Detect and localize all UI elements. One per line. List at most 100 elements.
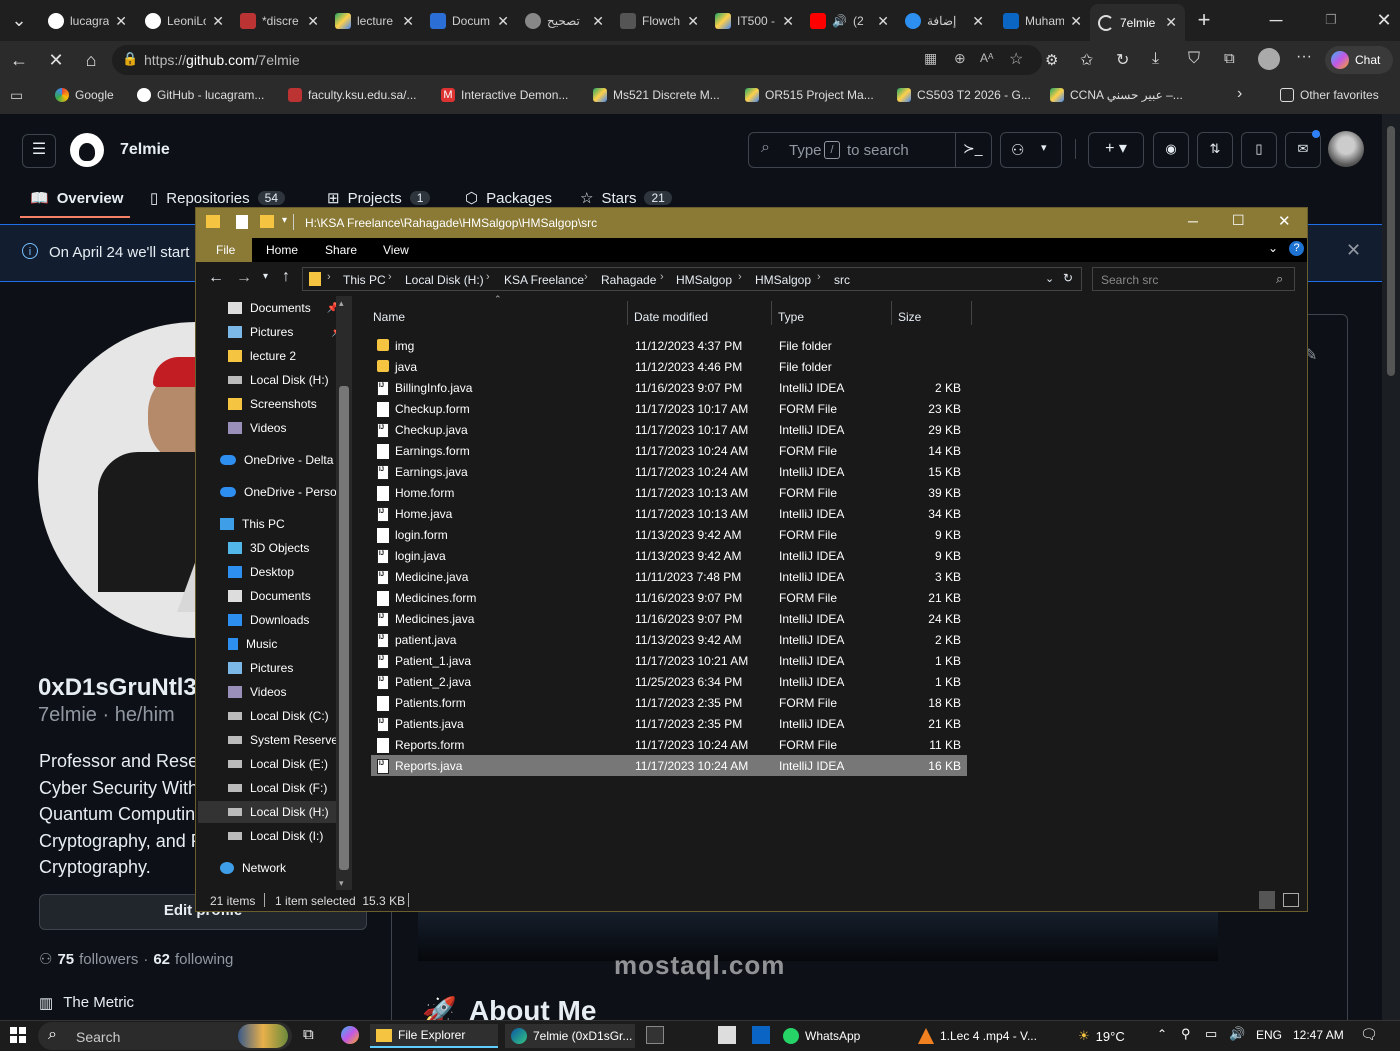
back-icon[interactable]: ← <box>208 269 224 287</box>
file-row[interactable]: Checkup.java 11/17/2023 10:17 AM IntelliJ … <box>371 419 967 440</box>
nav-item[interactable]: System Reserved <box>228 729 345 751</box>
browser-tab[interactable]: lucagra ✕ <box>40 6 135 36</box>
close-icon[interactable]: ✕ <box>212 13 224 30</box>
notepad-icon[interactable] <box>718 1026 736 1044</box>
favorite-star-icon[interactable]: ☆ <box>1009 49 1023 69</box>
scrollbar-thumb[interactable] <box>1387 126 1395 376</box>
ribbon-tab-view[interactable]: View <box>383 243 409 257</box>
browser-tab[interactable]: إضافة ✕ <box>897 6 992 36</box>
file-row[interactable]: Medicines.java 11/16/2023 9:07 PM IntelliJ… <box>371 608 967 629</box>
file-row[interactable]: Patient_1.java 11/17/2023 10:21 AM Intelli… <box>371 650 967 671</box>
file-row[interactable]: Home.form 11/17/2023 10:13 AM FORM File 39 … <box>371 482 967 503</box>
details-view-icon[interactable] <box>1259 891 1275 909</box>
file-row-selected[interactable]: Reports.java 11/17/2023 10:24 AM IntelliJ … <box>371 755 967 776</box>
nav-item[interactable]: Local Disk (F:) <box>228 777 327 799</box>
file-row[interactable]: Medicine.java 11/11/2023 7:48 PM IntelliJ … <box>371 566 967 587</box>
favorite-item[interactable]: CCNA عبير حسني –... <box>1050 88 1183 102</box>
breadcrumb-item[interactable]: This PC <box>343 273 386 287</box>
volume-icon[interactable]: 🔊 <box>1229 1026 1245 1042</box>
copilot-icon[interactable] <box>341 1026 359 1044</box>
nav-item[interactable]: Videos <box>228 417 286 439</box>
nav-item[interactable]: This PC <box>220 513 285 535</box>
file-row[interactable]: BillingInfo.java 11/16/2023 9:07 PM Intell… <box>371 377 967 398</box>
ribbon-tab-share[interactable]: Share <box>325 243 357 257</box>
taskbar-vlc[interactable]: 1.Lec 4 .mp4 - V... <box>918 1024 1037 1048</box>
nav-item[interactable]: Desktop <box>228 561 294 583</box>
notifications-icon[interactable]: 🗨 <box>1360 1026 1378 1043</box>
shield-icon[interactable]: ⛉ <box>1188 50 1200 68</box>
nav-item[interactable]: Videos <box>228 681 286 703</box>
breadcrumb-item[interactable]: HMSalgop <box>755 273 811 287</box>
file-row[interactable]: Medicines.form 11/16/2023 9:07 PM FORM Fil… <box>371 587 967 608</box>
nav-item[interactable]: Local Disk (C:) <box>228 705 329 727</box>
more-menu-icon[interactable]: ··· <box>1296 48 1312 66</box>
app-available-icon[interactable]: ▦ <box>924 50 937 67</box>
extensions-icon[interactable]: ⚙ <box>1045 51 1058 69</box>
close-window-icon[interactable]: ✕ <box>1278 212 1291 230</box>
favorite-item[interactable]: OR515 Project Ma... <box>745 88 874 102</box>
file-row[interactable]: Home.java 11/17/2023 10:13 AM IntelliJ IDE… <box>371 503 967 524</box>
browser-tab[interactable]: تصحيح ✕ <box>517 6 612 36</box>
favorite-item[interactable]: GitHub - lucagram... <box>137 88 264 102</box>
breadcrumb[interactable]: › This PC › Local Disk (H:) › KSA Freela… <box>302 267 1082 291</box>
nav-item[interactable]: Documents 📌 <box>228 297 339 319</box>
tab-actions-icon[interactable]: ⌄ <box>8 9 30 31</box>
stop-icon[interactable]: ✕ <box>45 49 67 71</box>
close-icon[interactable]: ✕ <box>115 13 127 30</box>
file-row[interactable]: img 11/12/2023 4:37 PM File folder <box>371 335 967 356</box>
restore-icon[interactable]: ❐ <box>1320 9 1342 31</box>
github-logo-icon[interactable] <box>70 133 104 167</box>
speaker-icon[interactable]: 🔊 <box>832 14 847 28</box>
properties-icon[interactable] <box>236 215 248 229</box>
read-aloud-icon[interactable]: Aᴬ <box>980 51 993 65</box>
nav-item[interactable]: OneDrive - Person <box>220 481 343 503</box>
nav-item[interactable]: Network <box>220 857 286 879</box>
refresh-icon[interactable]: ↻ <box>1063 271 1073 285</box>
close-banner-icon[interactable]: ✕ <box>1346 240 1361 261</box>
close-icon[interactable]: ✕ <box>782 13 794 30</box>
chevron-right-icon[interactable]: › <box>1237 85 1242 103</box>
back-icon[interactable]: ← <box>8 49 30 71</box>
clock[interactable]: 12:47 AM <box>1293 1028 1344 1042</box>
help-icon[interactable]: ? <box>1289 241 1304 256</box>
app-icon[interactable] <box>646 1026 664 1044</box>
nav-item[interactable]: 3D Objects <box>228 537 309 559</box>
minimize-icon[interactable]: ─ <box>1188 213 1198 229</box>
tab-repositories[interactable]: ▯ Repositories 54 <box>150 189 285 207</box>
nav-item[interactable]: Local Disk (E:) <box>228 753 328 775</box>
profile-avatar-icon[interactable] <box>1258 48 1280 70</box>
file-row[interactable]: java 11/12/2023 4:46 PM File folder <box>371 356 967 377</box>
browser-tab[interactable]: *discre ✕ <box>232 6 327 36</box>
taskbar-whatsapp[interactable]: WhatsApp <box>783 1024 860 1048</box>
favorite-item[interactable]: CS503 T2 2026 - G... <box>897 88 1031 102</box>
close-icon[interactable]: ✕ <box>497 13 509 30</box>
close-icon[interactable]: ✕ <box>877 13 889 30</box>
nav-item[interactable]: Documents <box>228 585 311 607</box>
column-header-type[interactable]: Type <box>778 310 804 324</box>
create-new-button[interactable]: + ▾ <box>1088 132 1144 168</box>
file-row[interactable]: login.java 11/13/2023 9:42 AM IntelliJ IDE… <box>371 545 967 566</box>
downloads-icon[interactable]: ⤓ <box>1152 50 1159 68</box>
url-text[interactable]: https://github.com/7elmie <box>144 52 300 68</box>
nav-item[interactable]: Downloads <box>228 609 309 631</box>
issues-icon[interactable]: ◉ <box>1153 132 1189 168</box>
nav-item[interactable]: Music <box>228 633 277 655</box>
new-folder-icon[interactable] <box>260 215 274 228</box>
taskbar-edge[interactable]: 7elmie (0xD1sGr... <box>505 1024 635 1048</box>
nav-scrollbar-thumb[interactable] <box>339 386 349 870</box>
column-header-name[interactable]: Name <box>373 310 405 324</box>
favorite-item[interactable]: Google <box>55 88 114 102</box>
expand-ribbon-icon[interactable]: ⌄ <box>1268 241 1278 255</box>
chevron-down-icon[interactable]: ⌄ <box>1045 272 1054 285</box>
nav-item[interactable]: Pictures📌 <box>228 321 344 343</box>
language-indicator[interactable]: ENG <box>1256 1028 1282 1042</box>
copilot-chat-button[interactable]: Chat <box>1325 46 1393 74</box>
username-title[interactable]: 7elmie <box>120 141 170 159</box>
chevron-up-icon[interactable]: ⌃ <box>1157 1027 1167 1041</box>
pull-requests-icon[interactable]: ⇅ <box>1197 132 1233 168</box>
nav-item[interactable]: lecture 2 <box>228 345 296 367</box>
nav-item-selected[interactable]: Local Disk (H:) <box>198 801 336 823</box>
nav-item[interactable]: Screenshots <box>228 393 317 415</box>
new-tab-button[interactable]: + <box>1193 9 1215 31</box>
browser-tab[interactable]: lecture ✕ <box>327 6 422 36</box>
